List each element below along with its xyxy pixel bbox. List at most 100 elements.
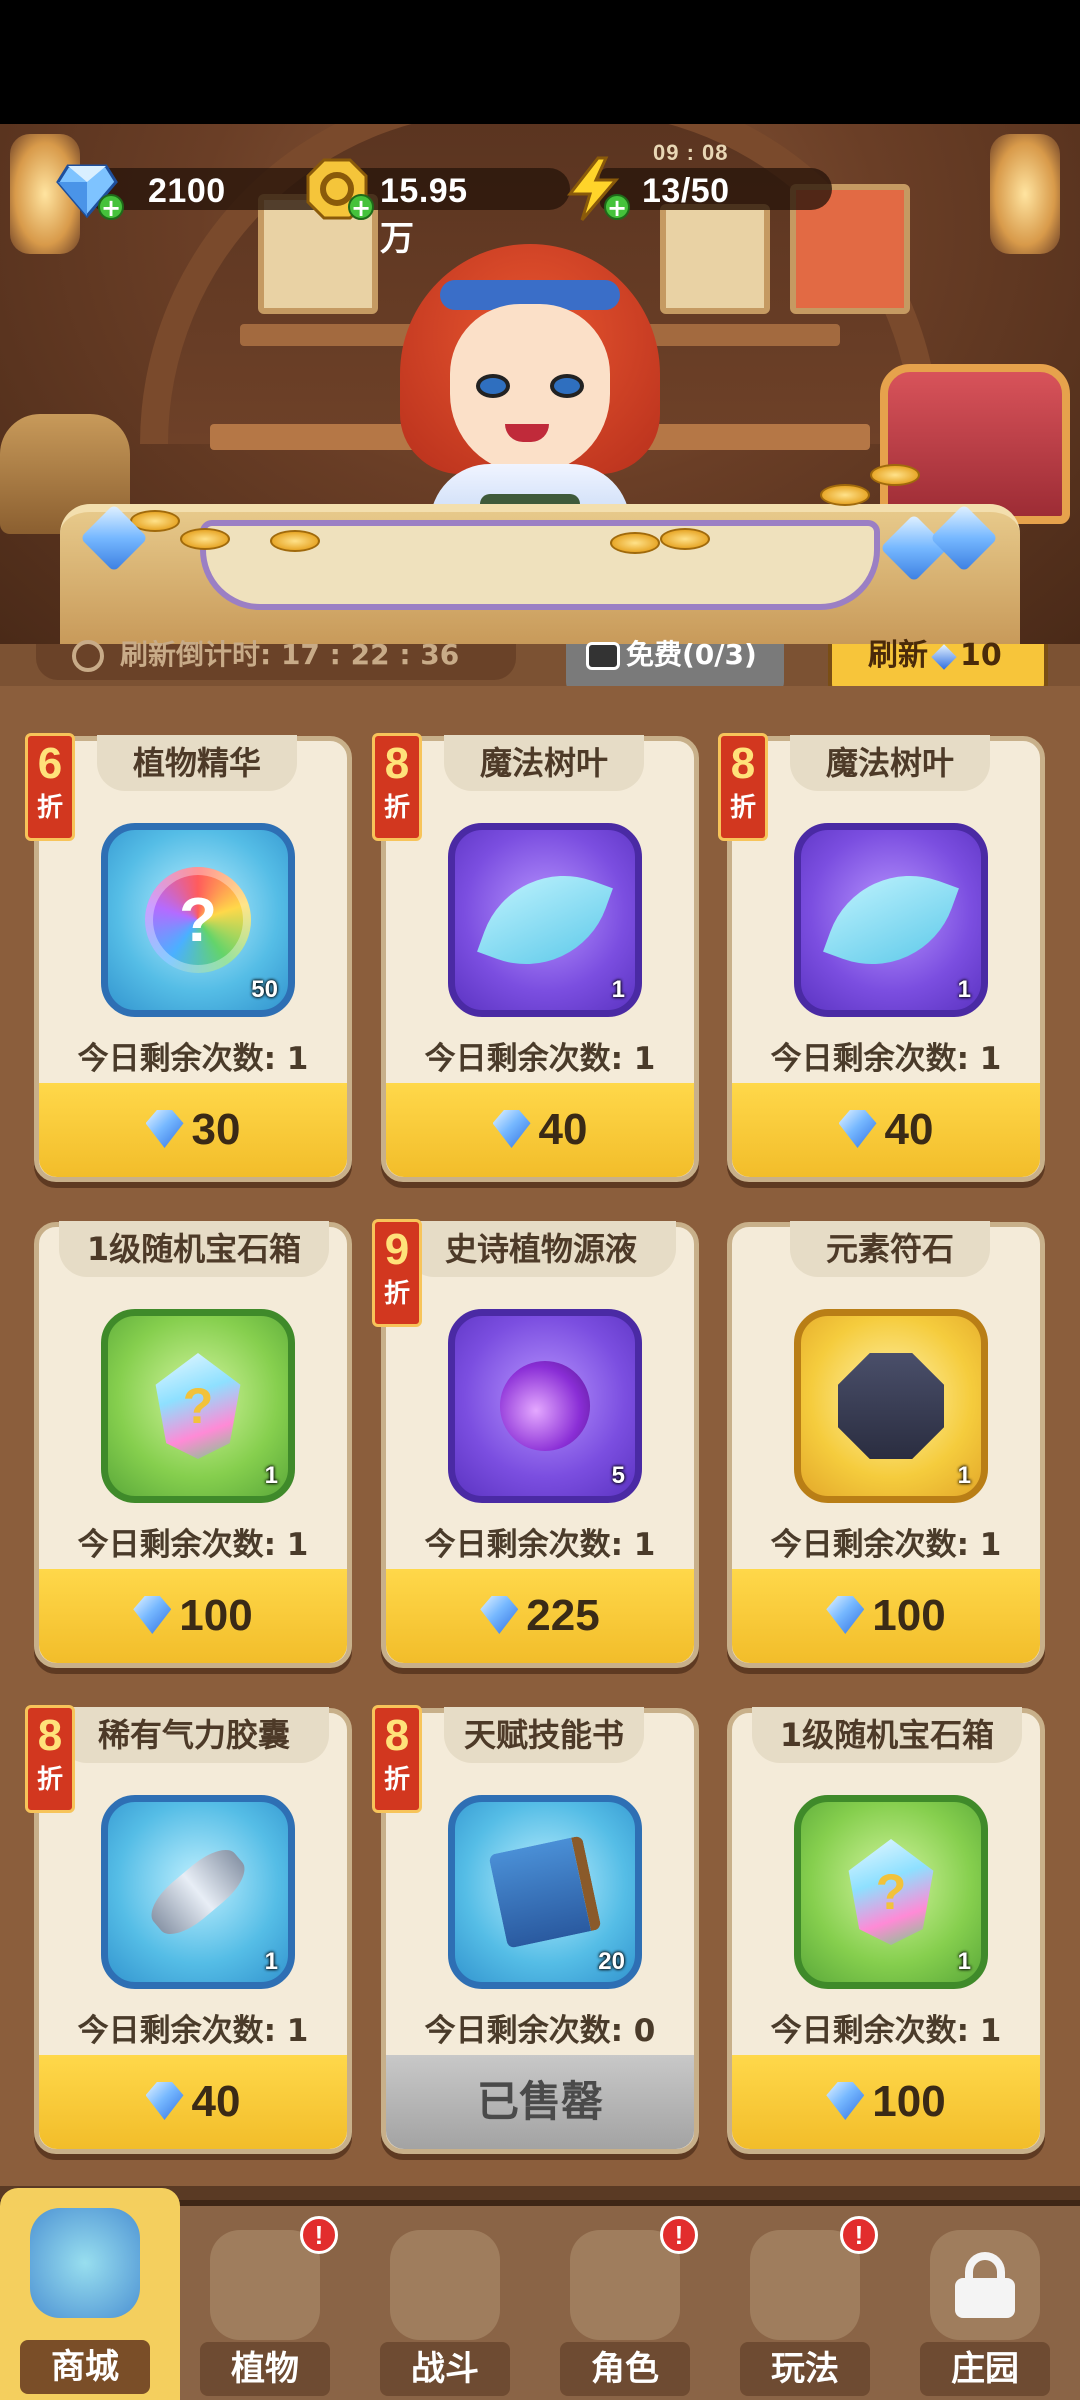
item-quantity: 1 <box>264 1462 278 1489</box>
price-value: 225 <box>526 1591 600 1640</box>
remaining-purchases: 今日剩余次数: 1 <box>770 2013 1002 2049</box>
lock-icon <box>955 2252 1015 2318</box>
shop-item-card[interactable]: 1级随机宝石箱 1 今日剩余次数: 1 100 <box>727 1707 1045 2154</box>
magic-leaf-icon <box>477 852 613 988</box>
item-quantity: 1 <box>957 976 971 1003</box>
item-name: 稀有气力胶囊 <box>59 1707 329 1763</box>
buy-button[interactable]: 40 <box>732 1083 1040 1177</box>
discount-tag: 8折 <box>25 1705 75 1813</box>
discount-value: 8 <box>384 1711 410 1760</box>
nav-tab-shop[interactable]: 商城 <box>0 2188 180 2400</box>
refresh-strip: 刷新倒计时: 17 : 22 : 36 免费(0/3) 刷新 10 <box>0 640 1080 700</box>
buy-button[interactable]: 40 <box>39 2055 347 2149</box>
item-name: 1级随机宝石箱 <box>752 1707 1022 1763</box>
item-name: 魔法树叶 <box>790 735 990 791</box>
diamond-icon <box>480 1596 519 1634</box>
item-icon-box: 50 <box>101 823 295 1017</box>
shop-grid: 植物精华 50 今日剩余次数: 1 30 6折 魔法树叶 1 今日剩余次数: 1… <box>0 686 1080 2186</box>
discount-tag: 8折 <box>372 1705 422 1813</box>
buy-button[interactable]: 100 <box>732 2055 1040 2149</box>
item-quantity: 1 <box>957 1462 971 1489</box>
nav-tab-label: 玩法 <box>740 2342 870 2396</box>
item-icon-box: 1 <box>794 823 988 1017</box>
nav-tab-battle[interactable]: 战斗 <box>360 2226 530 2400</box>
stamina-capsule-icon <box>142 1839 254 1945</box>
sold-out-button: 已售罄 <box>386 2055 694 2149</box>
lamp <box>990 134 1060 254</box>
coin-icon <box>610 532 660 554</box>
shop-item-card[interactable]: 稀有气力胶囊 1 今日剩余次数: 1 40 8折 <box>25 1705 352 2154</box>
item-name: 植物精华 <box>97 735 297 791</box>
shop-item-card[interactable]: 元素符石 1 今日剩余次数: 1 100 <box>727 1221 1045 1668</box>
diamond-icon <box>826 1596 865 1634</box>
nav-tab-character[interactable]: 角色! <box>540 2216 710 2400</box>
refresh-cost: 10 <box>960 638 1002 673</box>
discount-value: 9 <box>384 1225 410 1274</box>
nav-tab-plant[interactable]: 植物! <box>180 2216 350 2400</box>
treasure-chest <box>880 364 1070 524</box>
nav-tab-label: 庄园 <box>920 2342 1050 2396</box>
shop-item-card[interactable]: 史诗植物源液 5 今日剩余次数: 1 225 9折 <box>372 1219 699 1668</box>
item-quantity: 5 <box>611 1462 625 1489</box>
price-value: 40 <box>191 2077 241 2126</box>
shop-icon <box>30 2208 140 2318</box>
video-ad-icon <box>586 642 620 670</box>
add-gems-icon[interactable]: + <box>98 194 124 220</box>
item-quantity: 20 <box>598 1948 625 1975</box>
item-quantity: 1 <box>957 1948 971 1975</box>
diamond-icon <box>838 1110 877 1148</box>
nav-tab-label: 战斗 <box>380 2342 510 2396</box>
diamond-icon <box>826 2082 865 2120</box>
clock-icon <box>72 640 104 672</box>
shop-item-card[interactable]: 天赋技能书 20 今日剩余次数: 0 已售罄 8折 <box>372 1705 699 2154</box>
notification-badge: ! <box>660 2216 698 2254</box>
gold-value: 15.95万 <box>380 172 468 258</box>
nav-tab-label: 植物 <box>200 2342 330 2396</box>
buy-button[interactable]: 100 <box>732 1569 1040 1663</box>
item-name: 史诗植物源液 <box>406 1221 676 1277</box>
buy-button[interactable]: 40 <box>386 1083 694 1177</box>
shop-item-card[interactable]: 1级随机宝石箱 1 今日剩余次数: 1 100 <box>34 1221 352 1668</box>
price-value: 40 <box>538 1105 588 1154</box>
diamond-icon <box>931 643 957 670</box>
discount-tag: 9折 <box>372 1219 422 1327</box>
refresh-label: 刷新 <box>868 638 928 673</box>
diamond-icon <box>492 1110 531 1148</box>
item-name: 天赋技能书 <box>444 1707 644 1763</box>
add-gold-icon[interactable]: + <box>348 194 374 220</box>
shop-item-card[interactable]: 植物精华 50 今日剩余次数: 1 30 6折 <box>25 733 352 1182</box>
discount-value: 8 <box>730 739 756 788</box>
buy-button[interactable]: 30 <box>39 1083 347 1177</box>
discount-unit: 折 <box>383 1279 410 1309</box>
shop-item-card[interactable]: 魔法树叶 1 今日剩余次数: 1 40 8折 <box>718 733 1045 1182</box>
discount-unit: 折 <box>383 793 410 823</box>
notification-badge: ! <box>840 2216 878 2254</box>
free-refresh-label: 免费(0/3) <box>626 638 757 671</box>
discount-unit: 折 <box>383 1765 410 1795</box>
energy-value: 13/50 <box>642 172 730 210</box>
add-energy-icon[interactable]: + <box>604 194 630 220</box>
coin-icon <box>660 528 710 550</box>
remaining-purchases: 今日剩余次数: 1 <box>424 1041 656 1077</box>
nav-tab-label: 商城 <box>20 2340 150 2394</box>
energy-timer: 09 : 08 <box>653 140 729 165</box>
price-value: 100 <box>872 1591 946 1640</box>
buy-button[interactable]: 100 <box>39 1569 347 1663</box>
price-value: 40 <box>884 1105 934 1154</box>
bottom-nav: 商城 植物! 战斗 角色! 玩法! 庄园 <box>0 2186 1080 2400</box>
coin-icon <box>820 484 870 506</box>
buy-button[interactable]: 225 <box>386 1569 694 1663</box>
shop-item-card[interactable]: 魔法树叶 1 今日剩余次数: 1 40 8折 <box>372 733 699 1182</box>
remaining-purchases: 今日剩余次数: 1 <box>77 2013 309 2049</box>
item-name: 元素符石 <box>790 1221 990 1277</box>
discount-tag: 8折 <box>718 733 768 841</box>
nav-tab-lock[interactable]: 庄园 <box>900 2226 1070 2400</box>
nav-tab-gameplay[interactable]: 玩法! <box>720 2216 890 2400</box>
refresh-countdown-text: 刷新倒计时: 17 : 22 : 36 <box>120 638 460 671</box>
price-value: 100 <box>179 1591 253 1640</box>
item-icon-box: 20 <box>448 1795 642 1989</box>
status-bar <box>0 0 1080 124</box>
remaining-purchases: 今日剩余次数: 1 <box>77 1041 309 1077</box>
item-icon-box: 1 <box>794 1795 988 1989</box>
coin-icon <box>870 464 920 486</box>
